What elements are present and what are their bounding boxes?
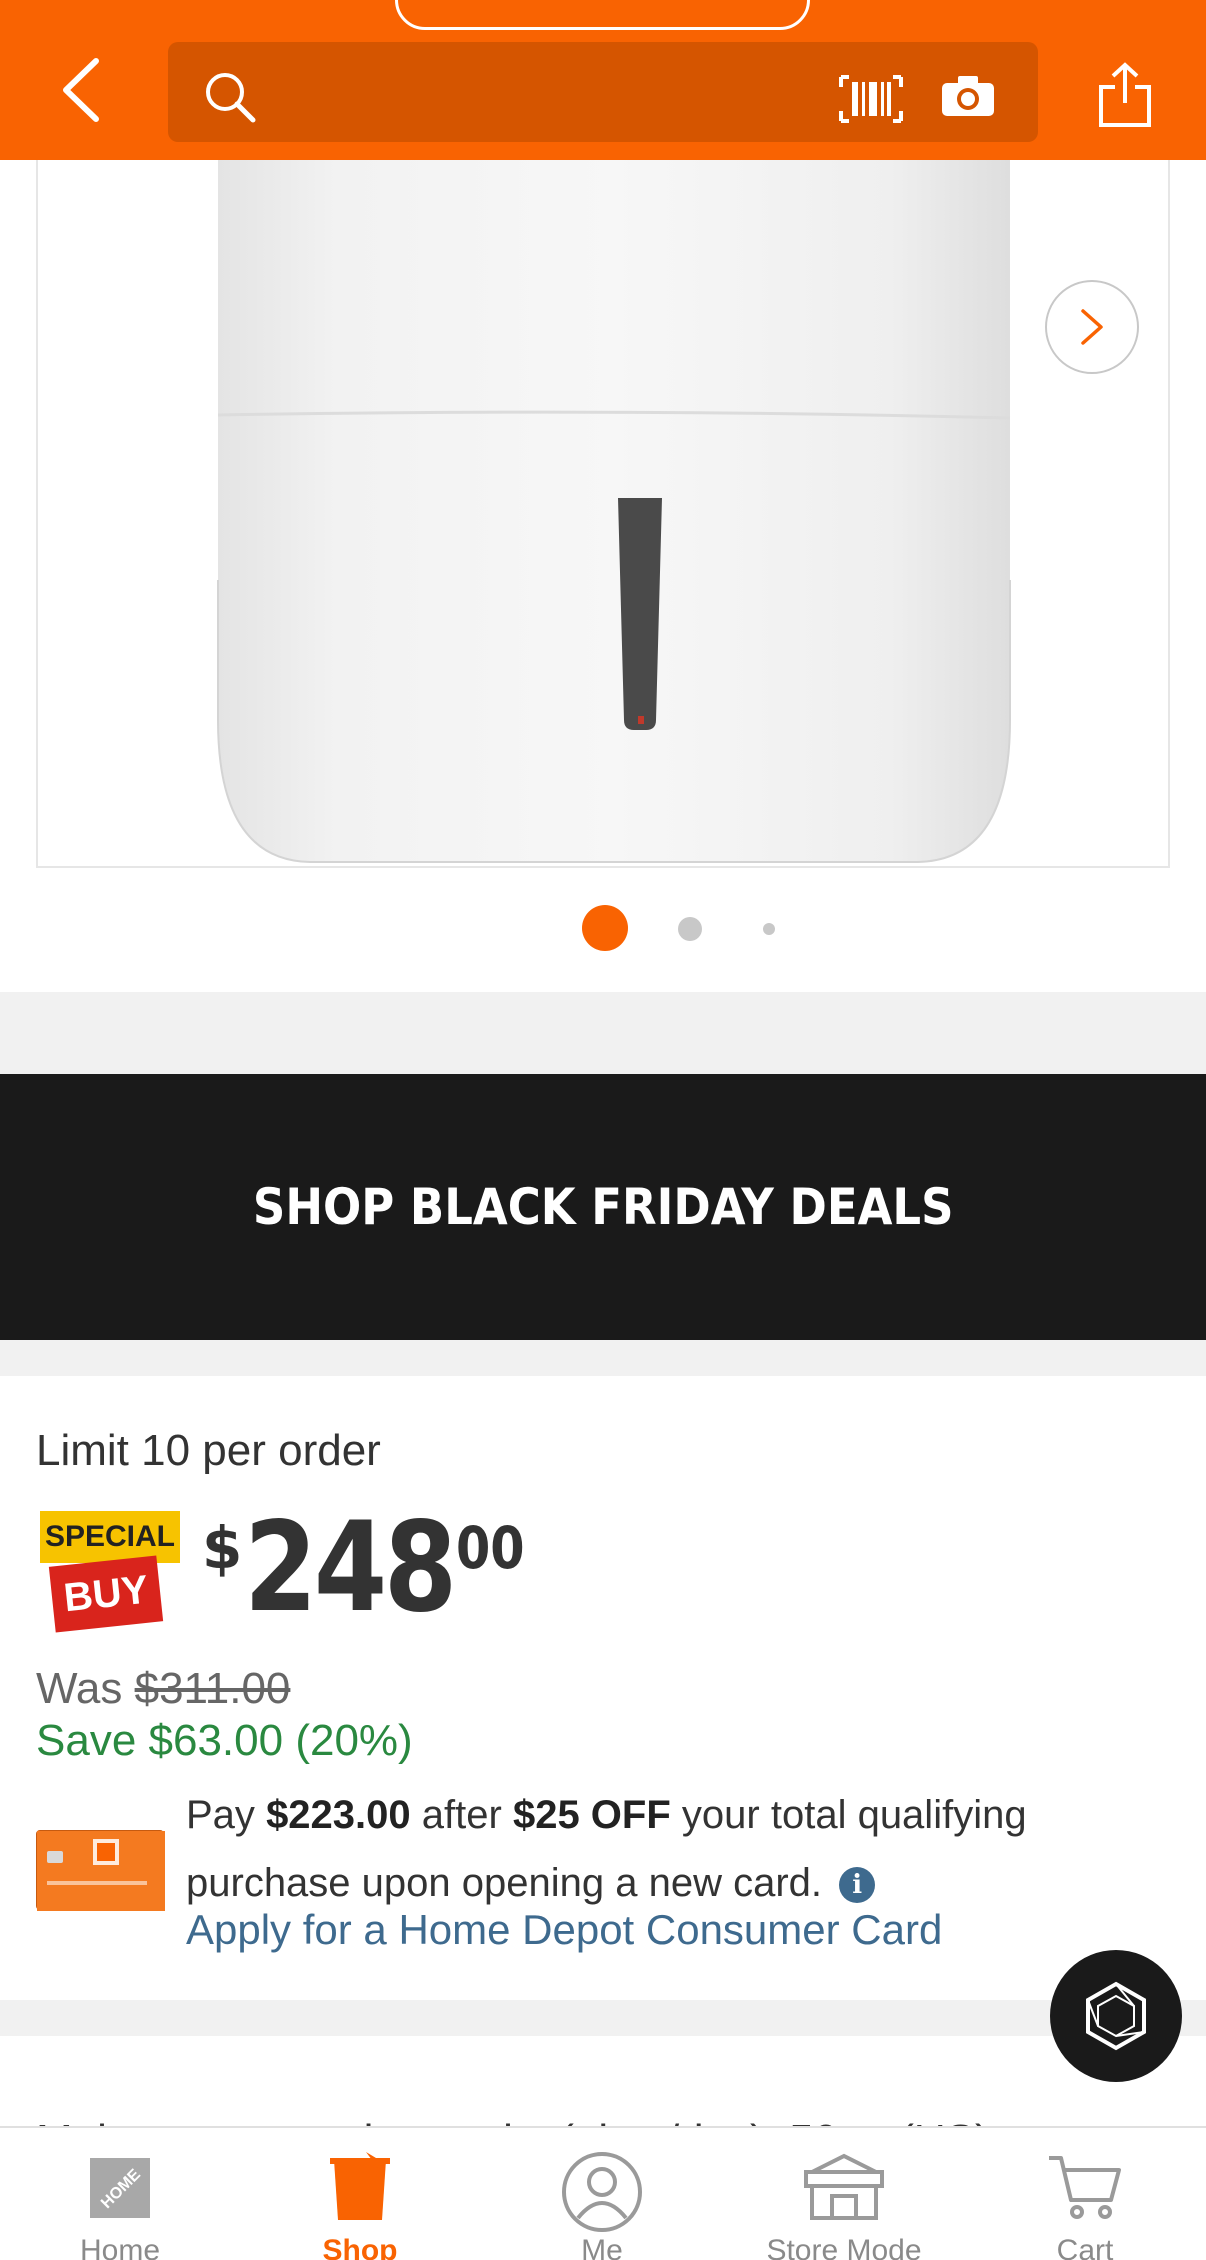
tab-store-mode-label: Store Mode [766, 2234, 922, 2260]
section-divider [0, 2000, 1206, 2036]
was-price: Was $311.00 [36, 1664, 290, 1714]
app-header [0, 0, 1206, 160]
black-friday-banner[interactable]: SHOP BLACK FRIDAY DEALS [0, 1074, 1206, 1340]
tab-home-label: Home [79, 2234, 161, 2260]
badge-special-label: SPECIAL [40, 1511, 180, 1563]
share-button[interactable] [1090, 55, 1160, 135]
price-currency: $ [202, 1514, 243, 1582]
tab-cart[interactable]: Cart [985, 2128, 1185, 2260]
section-divider [0, 1340, 1206, 1376]
carousel-indicator [0, 905, 1206, 951]
tab-store-mode[interactable]: Store Mode [744, 2128, 944, 2260]
share-icon [1099, 62, 1151, 127]
product-image-carousel[interactable] [0, 160, 1206, 992]
banner-label: SHOP BLACK FRIDAY DEALS [252, 1178, 954, 1236]
bucket-icon [330, 2152, 390, 2220]
person-icon [562, 2152, 642, 2232]
savings-text: Save $63.00 (20%) [36, 1716, 413, 1765]
offer-discount: $25 OFF [512, 1793, 671, 1837]
home-depot-logo-icon: HOME [90, 2158, 150, 2218]
tab-shop[interactable]: Shop [260, 2128, 460, 2260]
special-buy-badge: SPECIAL BUY [40, 1511, 180, 1635]
price-section: Limit 10 per order SPECIAL BUY $ 248 00 … [0, 1376, 1206, 2000]
dehumidifier-product-image [217, 160, 1011, 863]
tab-home[interactable]: HOME Home [20, 2128, 220, 2260]
section-divider [0, 992, 1206, 1074]
card-offer-text: Pay $223.00 after $25 OFF your total qua… [186, 1781, 1186, 1917]
carousel-dot[interactable] [678, 917, 702, 941]
hexagon-icon [1086, 1981, 1146, 2051]
back-button[interactable] [50, 55, 110, 125]
chevron-right-icon [1081, 309, 1103, 345]
offer-after-label: after [421, 1793, 502, 1837]
bottom-tab-bar: HOME Home Shop Me Store Mode Cart [0, 2126, 1206, 2260]
store-icon [804, 2153, 884, 2220]
tab-me-label: Me [581, 2234, 623, 2260]
camera-icon[interactable] [940, 74, 996, 118]
carousel-dot[interactable] [763, 923, 775, 935]
tab-me[interactable]: Me [502, 2128, 702, 2260]
price-cents: 00 [456, 1514, 525, 1582]
info-icon[interactable]: i [839, 1867, 876, 1904]
price-dollars: 248 [244, 1496, 457, 1640]
search-input[interactable] [168, 42, 1038, 142]
offer-amount: $223.00 [266, 1793, 411, 1837]
image-frame [36, 160, 1170, 868]
search-icon [206, 73, 256, 123]
order-limit-text: Limit 10 per order [36, 1426, 381, 1475]
carousel-dot-active[interactable] [582, 905, 628, 951]
credit-card-image [36, 1830, 165, 1911]
top-pill-button[interactable] [395, 0, 810, 30]
chevron-left-icon [63, 58, 99, 122]
badge-buy-label: BUY [48, 1555, 164, 1633]
was-value: $311.00 [134, 1664, 291, 1713]
tab-cart-label: Cart [1056, 2234, 1114, 2260]
offer-pay-label: Pay [186, 1793, 255, 1837]
home-depot-card-icon [37, 1831, 165, 1911]
was-label: Was [36, 1664, 123, 1713]
cart-icon [1049, 2156, 1121, 2219]
barcode-scan-icon[interactable] [838, 74, 904, 124]
product-page: SHOP BLACK FRIDAY DEALS Limit 10 per ord… [0, 0, 1206, 2260]
apply-card-link[interactable]: Apply for a Home Depot Consumer Card [186, 1906, 942, 1954]
chat-assistant-button[interactable] [1050, 1950, 1182, 2082]
tab-shop-label: Shop [322, 2234, 398, 2260]
next-image-button[interactable] [1045, 280, 1139, 374]
